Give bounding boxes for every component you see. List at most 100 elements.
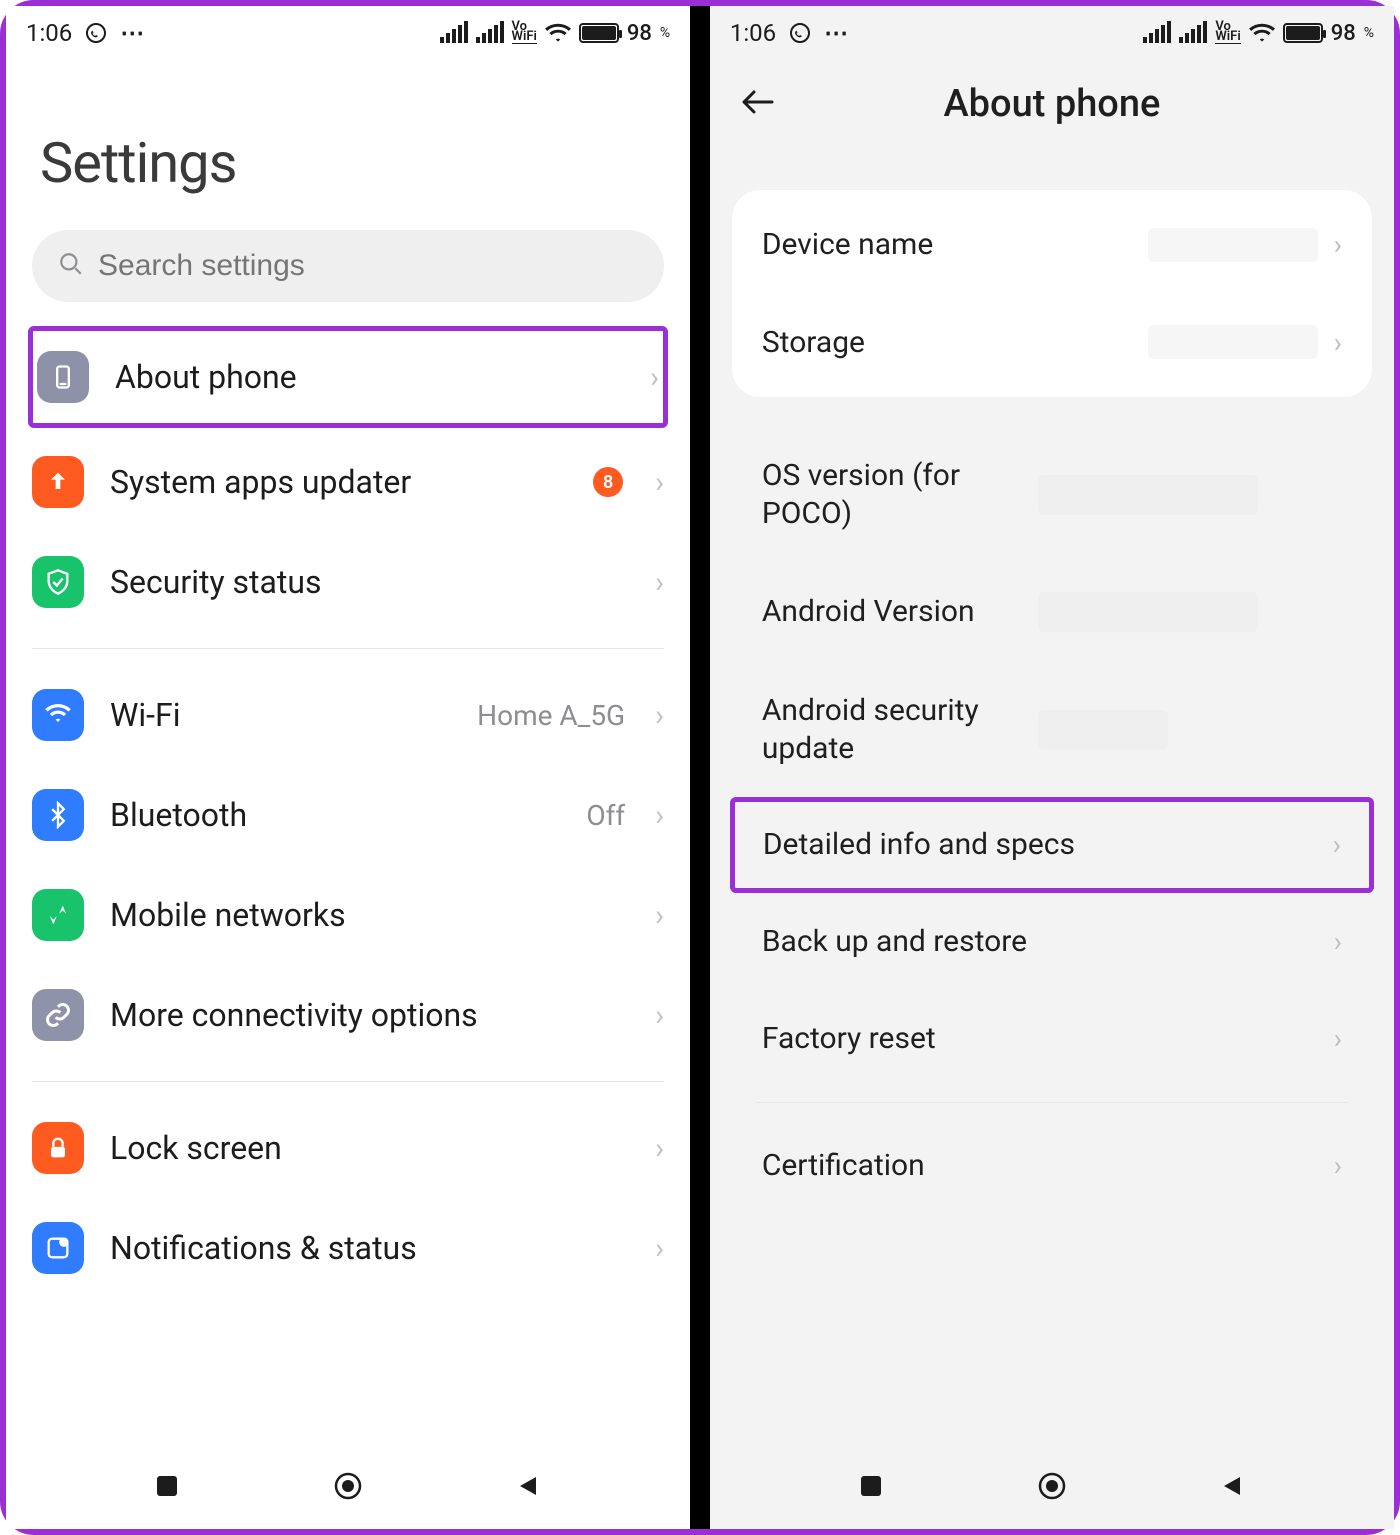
search-input[interactable] xyxy=(98,249,638,283)
row-os-version[interactable]: OS version (for POCO) xyxy=(732,427,1372,562)
nav-home-icon[interactable] xyxy=(331,1469,365,1503)
chevron-right-icon: › xyxy=(655,698,664,733)
wifi-tile-icon xyxy=(32,689,84,741)
nav-bar xyxy=(710,1443,1394,1529)
arrows-swap-icon xyxy=(32,889,84,941)
row-mobile-networks[interactable]: Mobile networks › xyxy=(32,865,664,965)
divider xyxy=(32,648,664,649)
chevron-right-icon: › xyxy=(1334,925,1342,958)
more-notifications-icon: ⋯ xyxy=(824,19,852,47)
nav-bar xyxy=(6,1443,690,1529)
highlight-about-phone: About phone › xyxy=(28,326,668,428)
signal-icon-2 xyxy=(1179,23,1207,43)
row-notifications-status[interactable]: Notifications & status › xyxy=(32,1198,664,1298)
redacted-value xyxy=(1038,710,1168,750)
chevron-right-icon: › xyxy=(655,898,664,933)
back-button[interactable] xyxy=(740,88,784,120)
whatsapp-icon xyxy=(84,21,108,45)
status-bar: 1:06 ⋯ VoWiFi 98% xyxy=(710,6,1394,60)
chevron-right-icon: › xyxy=(655,465,664,500)
row-label: Android security update xyxy=(762,692,1022,767)
battery-icon xyxy=(579,23,619,43)
nav-back-icon[interactable] xyxy=(512,1469,546,1503)
shield-check-icon xyxy=(32,556,84,608)
row-certification[interactable]: Certification › xyxy=(732,1117,1372,1215)
row-label: Back up and restore xyxy=(762,923,1318,961)
chevron-right-icon: › xyxy=(655,998,664,1033)
chevron-right-icon: › xyxy=(1334,228,1342,261)
row-label: Certification xyxy=(762,1147,1318,1185)
row-factory-reset[interactable]: Factory reset › xyxy=(732,990,1372,1088)
vowifi-icon: VoWiFi xyxy=(1215,22,1240,44)
chevron-right-icon: › xyxy=(1333,828,1341,861)
row-android-version[interactable]: Android Version xyxy=(732,562,1372,662)
nav-home-icon[interactable] xyxy=(1035,1469,1069,1503)
more-notifications-icon: ⋯ xyxy=(120,19,148,47)
wifi-icon xyxy=(545,23,571,43)
row-label: Device name xyxy=(762,226,1132,264)
row-detailed-info-specs[interactable]: Detailed info and specs › xyxy=(735,802,1369,888)
device-card: Device name › Storage › xyxy=(732,190,1372,397)
battery-percent: 98 xyxy=(1331,21,1356,46)
bluetooth-icon xyxy=(32,789,84,841)
row-label: Mobile networks xyxy=(110,896,629,934)
row-system-apps-updater[interactable]: System apps updater 8 › xyxy=(32,432,664,532)
row-value: Home A_5G xyxy=(477,699,625,732)
chevron-right-icon: › xyxy=(1334,326,1342,359)
notification-icon xyxy=(32,1222,84,1274)
row-value: Off xyxy=(586,799,625,832)
row-backup-restore[interactable]: Back up and restore › xyxy=(732,893,1372,991)
signal-icon-1 xyxy=(1143,23,1171,43)
row-label: OS version (for POCO) xyxy=(762,457,1022,532)
row-more-connectivity[interactable]: More connectivity options › xyxy=(32,965,664,1065)
clock: 1:06 xyxy=(26,19,72,47)
page-title: About phone xyxy=(784,82,1320,126)
update-count-badge: 8 xyxy=(593,467,623,497)
highlight-detailed-info: Detailed info and specs › xyxy=(730,797,1374,893)
divider xyxy=(756,1102,1348,1103)
chevron-right-icon: › xyxy=(655,1231,664,1266)
row-label: Factory reset xyxy=(762,1020,1318,1058)
row-label: Bluetooth xyxy=(110,796,560,834)
row-label: Security status xyxy=(110,563,629,601)
wifi-icon xyxy=(1249,23,1275,43)
arrow-up-icon xyxy=(32,456,84,508)
row-bluetooth[interactable]: Bluetooth Off › xyxy=(32,765,664,865)
chevron-right-icon: › xyxy=(1334,1149,1342,1182)
chevron-right-icon: › xyxy=(655,798,664,833)
row-storage[interactable]: Storage › xyxy=(732,294,1372,392)
row-device-name[interactable]: Device name › xyxy=(732,196,1372,294)
chevron-right-icon: › xyxy=(1334,1022,1342,1055)
row-label: About phone xyxy=(115,358,624,396)
vowifi-icon: VoWiFi xyxy=(512,22,537,44)
redacted-value xyxy=(1038,475,1258,515)
link-icon xyxy=(32,989,84,1041)
row-label: Android Version xyxy=(762,593,1022,631)
chevron-right-icon: › xyxy=(655,1131,664,1166)
redacted-value xyxy=(1148,325,1318,359)
divider xyxy=(32,1081,664,1082)
row-wifi[interactable]: Wi-Fi Home A_5G › xyxy=(32,665,664,765)
row-about-phone[interactable]: About phone › xyxy=(37,331,659,423)
row-label: System apps updater xyxy=(110,463,567,501)
row-label: Storage xyxy=(762,324,1132,362)
pane-separator xyxy=(690,6,710,1529)
search-settings[interactable] xyxy=(32,230,664,302)
settings-screen: 1:06 ⋯ VoWiFi 98% Settings xyxy=(6,6,690,1529)
clock: 1:06 xyxy=(730,19,776,47)
row-label: Detailed info and specs xyxy=(763,826,1317,864)
redacted-value xyxy=(1038,592,1258,632)
row-label: Wi-Fi xyxy=(110,696,451,734)
status-bar: 1:06 ⋯ VoWiFi 98% xyxy=(6,6,690,60)
search-icon xyxy=(58,251,84,281)
nav-recent-icon[interactable] xyxy=(150,1469,184,1503)
nav-recent-icon[interactable] xyxy=(854,1469,888,1503)
page-title: Settings xyxy=(40,130,664,196)
row-security-status[interactable]: Security status › xyxy=(32,532,664,632)
phone-icon xyxy=(37,351,89,403)
battery-icon xyxy=(1283,23,1323,43)
row-android-security-update[interactable]: Android security update xyxy=(732,662,1372,797)
row-lock-screen[interactable]: Lock screen › xyxy=(32,1098,664,1198)
nav-back-icon[interactable] xyxy=(1216,1469,1250,1503)
battery-percent: 98 xyxy=(627,21,652,46)
